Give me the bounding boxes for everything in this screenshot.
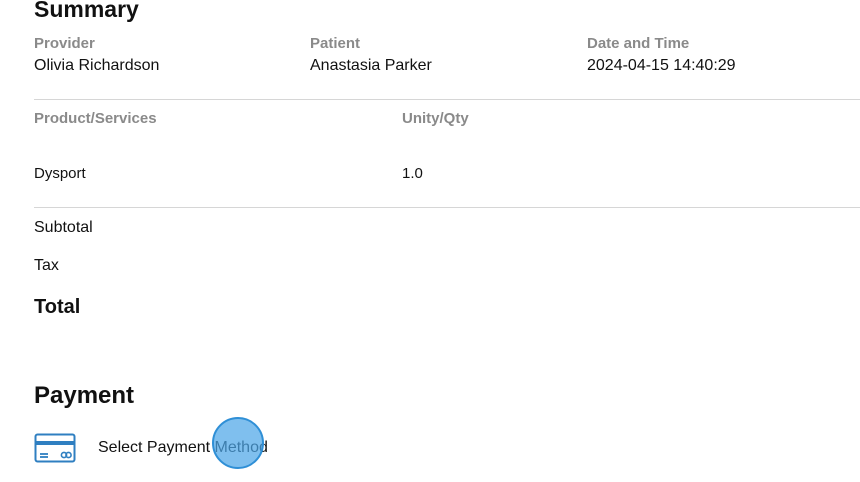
payment-title: Payment bbox=[34, 382, 135, 409]
divider bbox=[34, 207, 860, 208]
provider-field: Provider Olivia Richardson bbox=[34, 35, 159, 77]
provider-label: Provider bbox=[34, 35, 95, 52]
tax-label: Tax bbox=[34, 257, 59, 274]
summary-title: Summary bbox=[34, 0, 139, 22]
datetime-label: Date and Time bbox=[587, 35, 690, 52]
select-payment-method-button[interactable]: Select Payment Method bbox=[34, 430, 294, 466]
provider-value: Olivia Richardson bbox=[34, 57, 160, 74]
subtotal-label: Subtotal bbox=[34, 219, 93, 236]
datetime-field: Date and Time 2024-04-15 14:40:29 bbox=[587, 35, 736, 77]
patient-label: Patient bbox=[310, 35, 361, 52]
patient-value: Anastasia Parker bbox=[310, 57, 432, 74]
column-header-product: Product/Services bbox=[34, 110, 157, 127]
credit-card-icon bbox=[34, 433, 76, 463]
row-qty: 1.0 bbox=[402, 165, 423, 182]
divider bbox=[34, 99, 860, 100]
patient-field: Patient Anastasia Parker bbox=[310, 35, 432, 77]
datetime-value: 2024-04-15 14:40:29 bbox=[587, 57, 736, 74]
payment-summary-page: Summary Provider Olivia Richardson Patie… bbox=[0, 0, 860, 482]
column-header-qty: Unity/Qty bbox=[402, 110, 469, 127]
select-payment-method-label: Select Payment Method bbox=[98, 439, 268, 456]
total-label: Total bbox=[34, 296, 81, 318]
row-product: Dysport bbox=[34, 165, 86, 182]
